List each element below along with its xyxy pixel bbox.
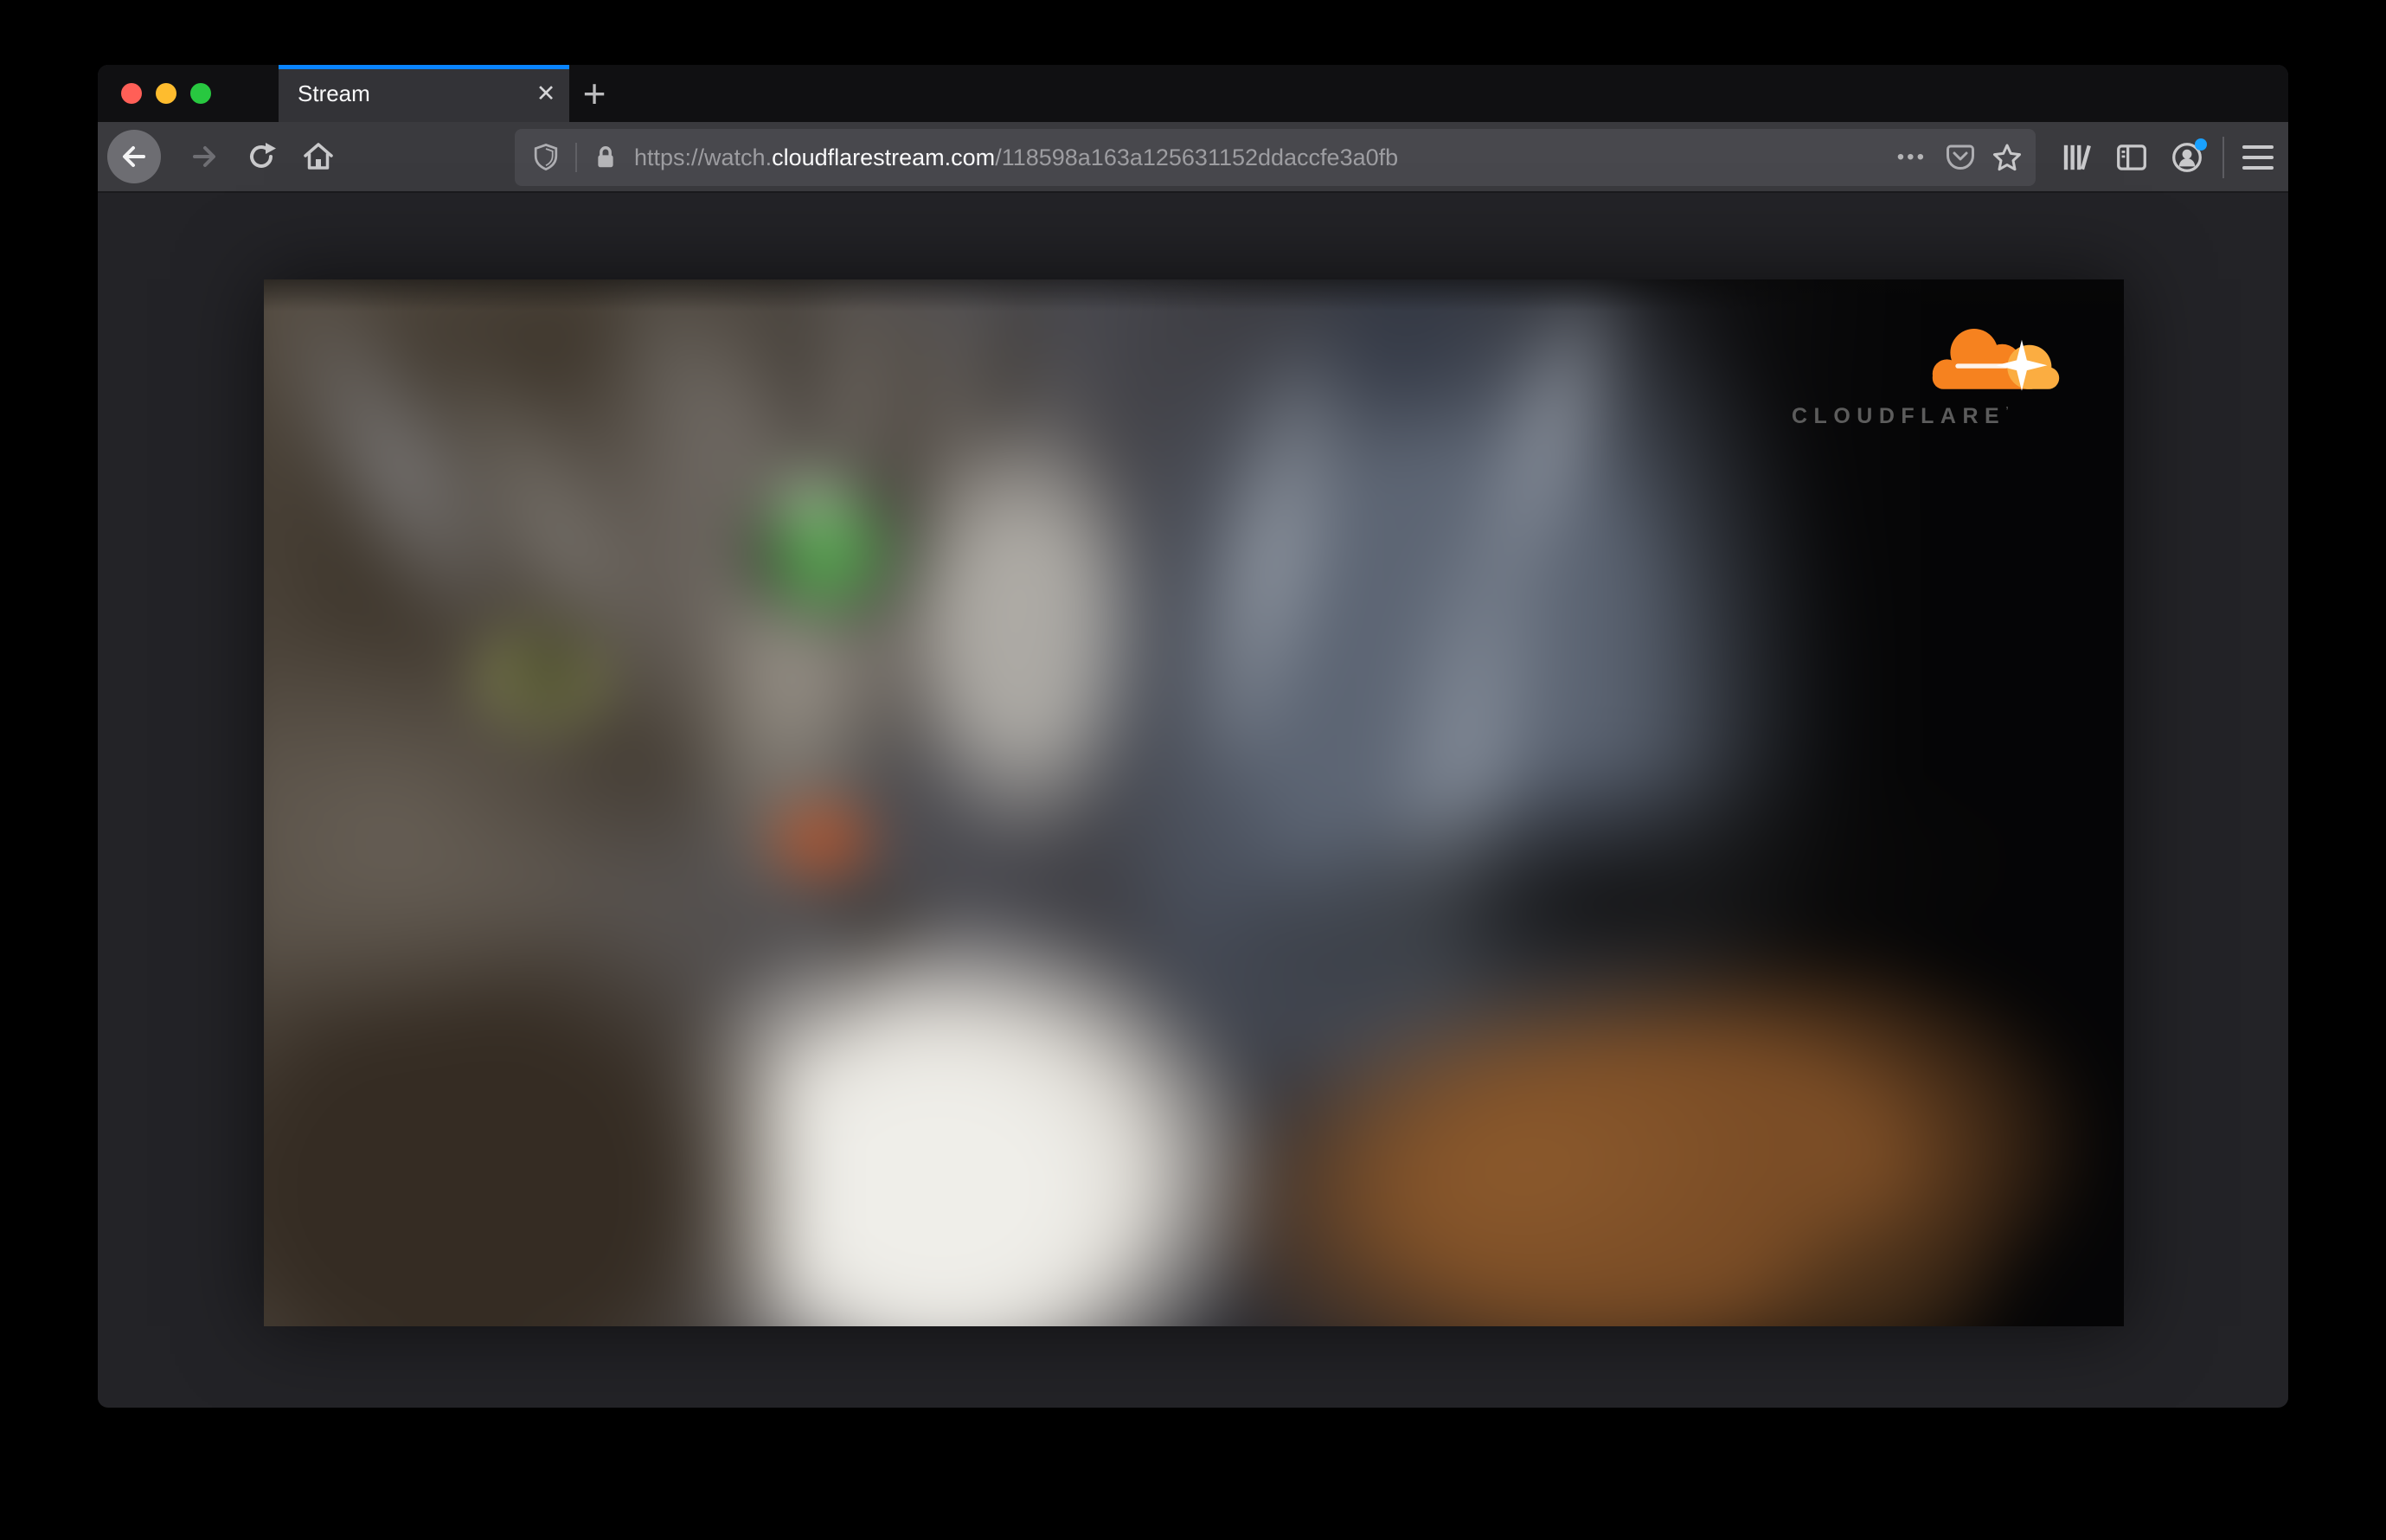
- cloudflare-logo: CLOUDFLARE’: [1786, 314, 2072, 431]
- video-player[interactable]: CLOUDFLARE’: [264, 279, 2124, 1326]
- account-icon[interactable]: [2165, 136, 2209, 179]
- bookmark-star-icon[interactable]: [1987, 138, 2027, 177]
- window-minimize-button[interactable]: [156, 83, 176, 104]
- traffic-lights: [121, 83, 211, 104]
- url-path: /118598a163a125631152ddaccfe3a0fb: [995, 144, 1399, 170]
- lock-icon[interactable]: [589, 141, 622, 174]
- library-icon[interactable]: [2055, 136, 2098, 179]
- browser-window: Stream ✕ + https://watch.cloudflarestrea…: [98, 65, 2288, 1408]
- sidebar-icon[interactable]: [2110, 136, 2153, 179]
- urlbar-separator: [575, 143, 577, 172]
- tab-close-icon[interactable]: ✕: [526, 74, 566, 113]
- page-actions-icon[interactable]: •••: [1890, 145, 1934, 170]
- window-close-button[interactable]: [121, 83, 142, 104]
- toolbar-right-icons: [2043, 122, 2280, 193]
- new-tab-button[interactable]: +: [570, 69, 619, 118]
- pocket-icon[interactable]: [1940, 138, 1980, 177]
- back-arrow-icon: [123, 146, 145, 167]
- reload-icon: [250, 143, 276, 168]
- tracking-protection-shield-icon[interactable]: [529, 140, 563, 175]
- menu-icon[interactable]: [2236, 136, 2280, 179]
- home-button[interactable]: [299, 138, 337, 176]
- url-scheme-subdomain: https://watch.: [634, 144, 773, 170]
- navigation-toolbar: https://watch.cloudflarestream.com/11859…: [98, 122, 2288, 193]
- url-text: https://watch.cloudflarestream.com/11859…: [634, 144, 1890, 171]
- tab-title: Stream: [298, 80, 370, 106]
- toolbar-separator: [2222, 137, 2224, 178]
- cloudflare-wordmark: CLOUDFLARE’: [1792, 404, 2009, 429]
- forward-arrow-icon: [193, 146, 215, 167]
- url-domain: cloudflarestream.com: [772, 144, 996, 170]
- window-zoom-button[interactable]: [190, 83, 211, 104]
- tab-bar: Stream ✕ +: [98, 65, 2288, 122]
- home-icon: [304, 143, 333, 170]
- urlbar-actions: •••: [1890, 138, 2027, 177]
- reload-button[interactable]: [242, 138, 280, 176]
- account-notification-badge: [2195, 138, 2207, 151]
- url-bar[interactable]: https://watch.cloudflarestream.com/11859…: [515, 129, 2036, 186]
- back-button[interactable]: [107, 130, 161, 183]
- forward-button[interactable]: [185, 138, 223, 176]
- page-content: CLOUDFLARE’: [98, 193, 2288, 1406]
- tab-stream[interactable]: Stream ✕: [279, 65, 569, 122]
- cloudflare-cloud-icon: [1932, 329, 2060, 391]
- cloudflare-trademark: ’: [2005, 404, 2009, 417]
- cloudflare-name: CLOUDFLARE: [1792, 404, 2006, 428]
- tab-active-indicator: [279, 65, 569, 69]
- video-edge-shade: [264, 279, 2124, 1326]
